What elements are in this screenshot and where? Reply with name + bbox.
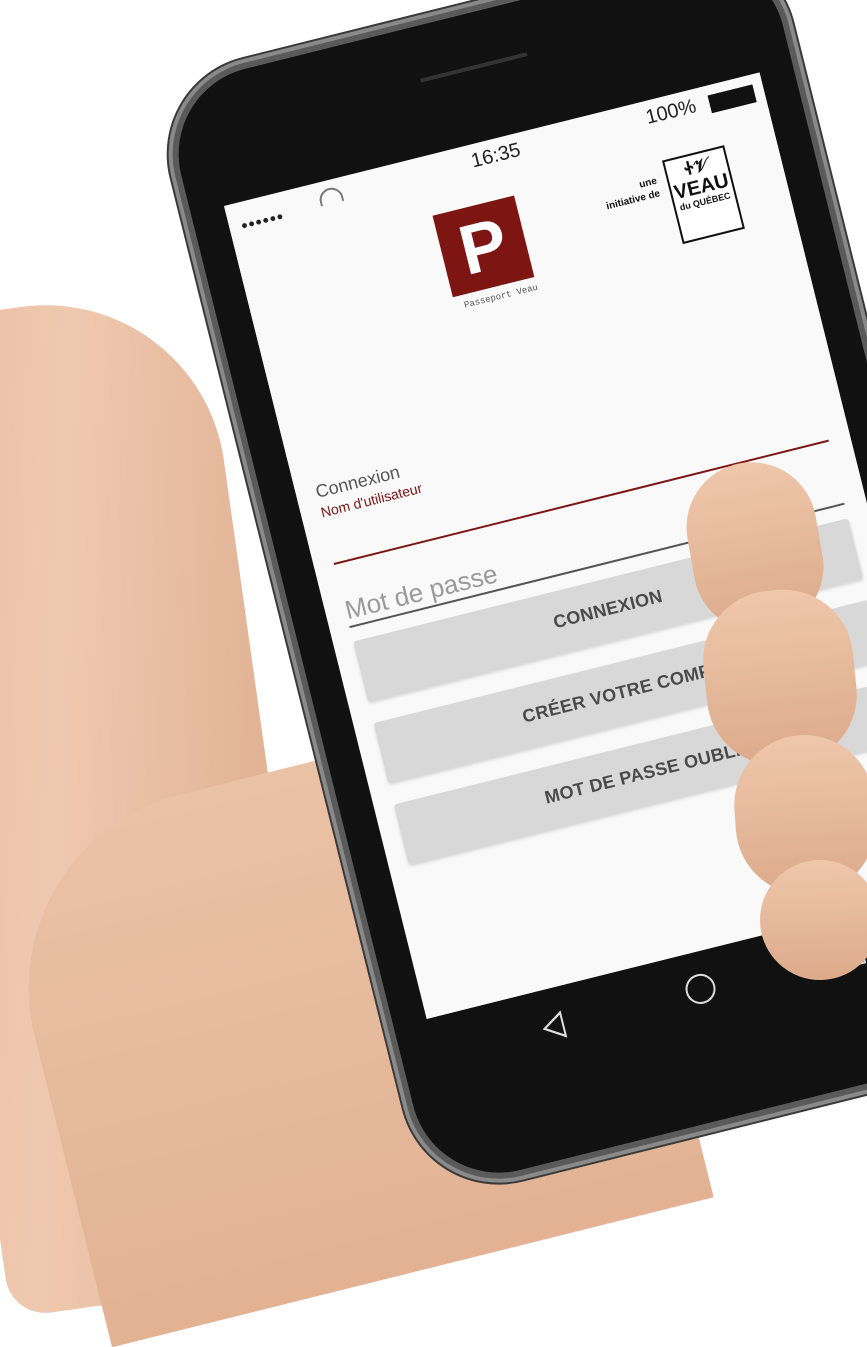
veau-du-quebec-logo: Ꮠ𝒱 VEAU du QUÉBEC xyxy=(662,145,745,245)
initiative-text: une initiative de xyxy=(605,175,662,213)
logo-letter: P xyxy=(451,202,516,290)
battery-percent: 100% xyxy=(643,95,699,129)
home-icon[interactable] xyxy=(682,970,719,1008)
passeport-veau-logo: P xyxy=(432,195,535,298)
